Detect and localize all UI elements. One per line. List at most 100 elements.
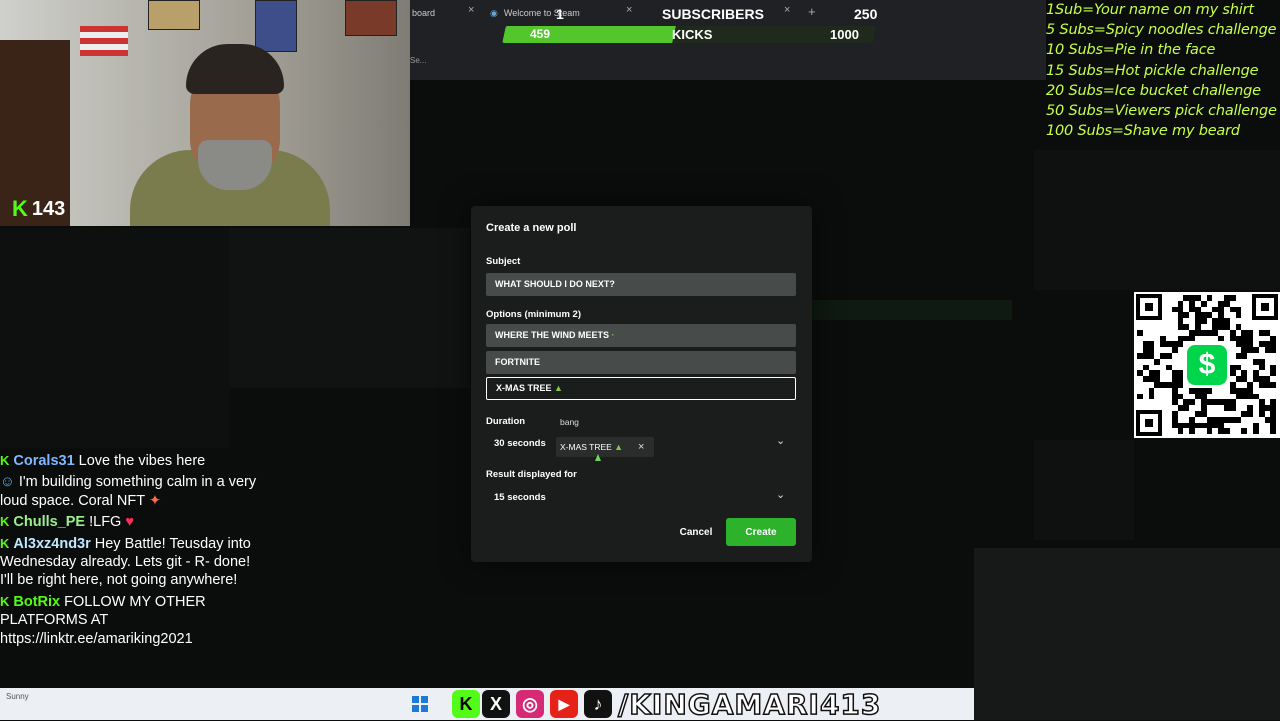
wind-icon: ·: [611, 330, 615, 340]
create-button[interactable]: Create: [726, 518, 796, 546]
cashapp-icon: $: [1187, 345, 1227, 385]
modal-title: Create a new poll: [486, 222, 577, 234]
background-sidebar: [0, 228, 230, 448]
qr-module: [1200, 300, 1207, 307]
kick-logo-icon: K: [12, 196, 28, 221]
qr-module: [1200, 318, 1207, 324]
kick-follower-count: K 143: [12, 196, 65, 222]
qr-module: [1218, 335, 1224, 342]
new-tab-icon[interactable]: +: [808, 4, 816, 19]
tiktok-icon: ♪: [584, 690, 612, 718]
qr-module: [1183, 312, 1190, 319]
option-text: X-MAS TREE: [496, 383, 552, 393]
chat-message: K BotRix FOLLOW MY OTHER PLATFORMS AT http…: [0, 593, 260, 648]
sub-goals-list: 1Sub=Your name on my shirt 5 Subs=Spicy …: [1046, 0, 1280, 146]
windows-start-icon[interactable]: [412, 696, 428, 712]
qr-module: [1206, 428, 1213, 435]
tree-icon: ▲: [554, 383, 563, 393]
result-duration-select[interactable]: 15 seconds: [486, 486, 796, 509]
qr-module: [1253, 428, 1259, 435]
qr-finder: [1252, 294, 1278, 320]
chevron-down-icon[interactable]: ⌄: [776, 488, 785, 501]
background-panel: [1034, 440, 1134, 540]
sub-goal-line: 15 Subs=Hot pickle challenge: [1046, 62, 1259, 79]
subs-label: SUBSCRIBERS: [662, 6, 764, 22]
close-tab-icon[interactable]: ×: [784, 4, 790, 16]
mouse-cursor: [595, 454, 601, 461]
sub-goal-line: 20 Subs=Ice bucket challenge: [1046, 82, 1261, 99]
qr-module: [1137, 393, 1143, 400]
sub-goal-line: 100 Subs=Shave my beard: [1046, 123, 1240, 140]
kick-icon: K: [452, 690, 480, 718]
tab-steam[interactable]: ◉ Welcome to Steam: [490, 2, 640, 24]
chat-text: I'm building something calm in a very lo…: [0, 474, 257, 509]
taskbar: Sunny K X ◎ ▶ ♪ /KINGAMARI413: [0, 687, 974, 721]
qr-module: [1241, 428, 1248, 435]
webcam-feed: [0, 0, 410, 226]
qr-module: [1206, 387, 1213, 394]
background-panel: [1034, 150, 1280, 290]
subject-label: Subject: [486, 256, 521, 267]
autocomplete-dropdown: bang X-MAS TREE ▲ ×: [556, 413, 796, 463]
options-label: Options (minimum 2): [486, 309, 581, 320]
kicks-label: KICKS: [672, 27, 713, 42]
autocomplete-hint: bang: [560, 417, 579, 427]
heart-icon: ♥: [121, 514, 134, 531]
close-tab-icon[interactable]: ×: [626, 4, 632, 16]
qr-module: [1154, 358, 1161, 365]
address-hint: Se...: [410, 56, 427, 65]
instagram-icon: ◎: [516, 690, 544, 718]
tree-icon: ▲: [614, 442, 624, 452]
subs-current: 1: [556, 6, 564, 22]
kick-badge-icon: K: [0, 453, 10, 468]
kick-badge-icon: K: [0, 514, 10, 530]
kicks-progress-fill: [502, 26, 676, 43]
duration-select[interactable]: 30 seconds: [494, 438, 546, 449]
wall-poster: [345, 0, 397, 36]
qr-finder: [1136, 410, 1162, 436]
x-icon: X: [482, 690, 510, 718]
qr-module: [1253, 347, 1259, 353]
kick-badge-icon: K: [0, 535, 10, 551]
qr-module: [1177, 341, 1184, 348]
close-icon[interactable]: ×: [638, 437, 644, 457]
streamer-handle: /KINGAMARI413: [617, 687, 882, 721]
qr-module: [1189, 428, 1195, 435]
kick-count-value: 143: [31, 197, 66, 220]
cancel-button[interactable]: Cancel: [676, 523, 716, 541]
qr-module: [1270, 347, 1277, 353]
subs-target: 250: [854, 6, 878, 22]
chat-username: Chulls_PE: [13, 514, 86, 531]
taskbar-weather: Sunny: [6, 692, 29, 701]
tab-label: board: [412, 8, 436, 18]
duration-label: Duration: [486, 416, 526, 427]
qr-module: [1229, 295, 1236, 301]
result-label: Result displayed for: [486, 469, 577, 480]
option-input-3[interactable]: X-MAS TREE ▲: [486, 377, 796, 400]
kicks-target: 1000: [830, 27, 859, 42]
chat-username: BotRix: [13, 593, 61, 610]
chevron-down-icon[interactable]: ⌄: [776, 434, 785, 447]
chat-message: K Chulls_PE !LFG ♥: [0, 513, 260, 531]
close-tab-icon[interactable]: ×: [468, 4, 474, 16]
handle-text: /KINGAMARI413: [617, 687, 882, 721]
chat-username: Corals31: [13, 453, 75, 469]
create-poll-modal: Create a new poll Subject WHAT SHOULD I …: [471, 206, 812, 562]
qr-finder: [1136, 294, 1162, 320]
option-input-1[interactable]: WHERE THE WIND MEETS ·: [486, 324, 796, 347]
option-input-2[interactable]: FORTNITE: [486, 351, 796, 374]
qr-module: [1270, 428, 1277, 435]
background-row: [812, 300, 1012, 320]
sub-goal-line: 10 Subs=Pie in the face: [1046, 42, 1216, 59]
chip-label: X-MAS TREE: [560, 442, 612, 452]
qr-module: [1229, 405, 1236, 411]
qr-module: [1241, 353, 1248, 359]
qr-module: [1177, 382, 1184, 388]
option-text: WHERE THE WIND MEETS: [495, 330, 609, 340]
kicks-current: 459: [530, 27, 551, 41]
qr-module: [1183, 405, 1190, 411]
qr-module: [1235, 312, 1242, 319]
qr-module: [1171, 347, 1178, 353]
kick-badge-icon: K: [0, 593, 10, 609]
subject-input[interactable]: WHAT SHOULD I DO NEXT?: [486, 273, 796, 296]
